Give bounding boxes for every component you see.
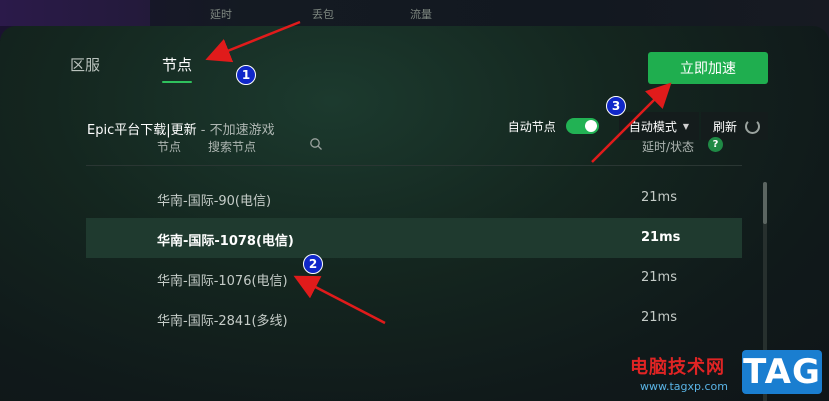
column-header-latency: 延时/状态	[642, 140, 695, 154]
node-row[interactable]: 华南-国际-1076(电信) 21ms	[86, 258, 742, 298]
refresh-button[interactable]: 刷新	[700, 112, 768, 140]
node-row[interactable]: 华南-国际-2841(多线) 21ms	[86, 298, 742, 338]
node-latency: 21ms	[641, 270, 677, 285]
mode-dropdown[interactable]: 自动模式 ▼	[618, 112, 699, 140]
scrollbar-thumb[interactable]	[763, 182, 767, 224]
game-title: Epic平台下载|更新 - 不加速游戏	[87, 119, 275, 138]
bg-stat-loss: 丢包	[312, 8, 334, 21]
auto-node-label: 自动节点	[507, 119, 556, 134]
loading-spinner-icon	[745, 118, 760, 134]
annotation-badge-1: 1	[236, 65, 256, 85]
mode-label: 自动模式	[628, 119, 677, 134]
bg-stat-traffic: 流量	[410, 8, 432, 21]
refresh-label: 刷新	[712, 119, 737, 134]
background-banner	[0, 0, 150, 26]
node-latency: 21ms	[641, 190, 677, 205]
node-latency: 21ms	[641, 230, 681, 245]
search-input[interactable]: 搜索节点	[208, 138, 256, 155]
bg-stat-latency: 延时	[210, 8, 232, 21]
node-name: 华南-国际-1078(电信)	[157, 234, 294, 249]
caret-down-icon: ▼	[682, 121, 689, 131]
accelerate-button[interactable]: 立即加速	[648, 52, 768, 84]
toggle-knob	[584, 120, 597, 132]
node-row[interactable]: 华南-国际-90(电信) 21ms	[86, 178, 742, 218]
node-list: 华南-国际-90(电信) 21ms 华南-国际-1078(电信) 21ms 华南…	[86, 178, 742, 338]
watermark-url: www.tagxp.com	[640, 380, 728, 393]
annotation-badge-2: 2	[303, 254, 323, 274]
search-icon[interactable]	[309, 137, 323, 151]
game-subtitle: - 不加速游戏	[196, 123, 275, 138]
node-row-selected[interactable]: 华南-国际-1078(电信) 21ms	[86, 218, 742, 258]
divider	[86, 165, 742, 166]
node-name: 华南-国际-2841(多线)	[157, 314, 288, 329]
annotation-badge-3: 3	[606, 96, 626, 116]
watermark-logo: TAG	[742, 350, 822, 394]
game-name: Epic平台下载|更新	[87, 123, 197, 138]
column-header-node: 节点	[157, 140, 182, 154]
tab-bar: 区服 节点	[70, 54, 254, 83]
node-latency: 21ms	[641, 310, 677, 325]
auto-node-toggle[interactable]	[565, 118, 599, 134]
watermark-text: 电脑技术网	[630, 357, 725, 378]
tab-node[interactable]: 节点	[162, 54, 193, 83]
node-controls: 自动节点 自动模式 ▼ 刷新	[508, 112, 768, 140]
help-icon[interactable]: ?	[708, 137, 723, 152]
node-name: 华南-国际-1076(电信)	[157, 274, 288, 289]
node-name: 华南-国际-90(电信)	[157, 194, 272, 209]
tab-server[interactable]: 区服	[70, 54, 100, 83]
